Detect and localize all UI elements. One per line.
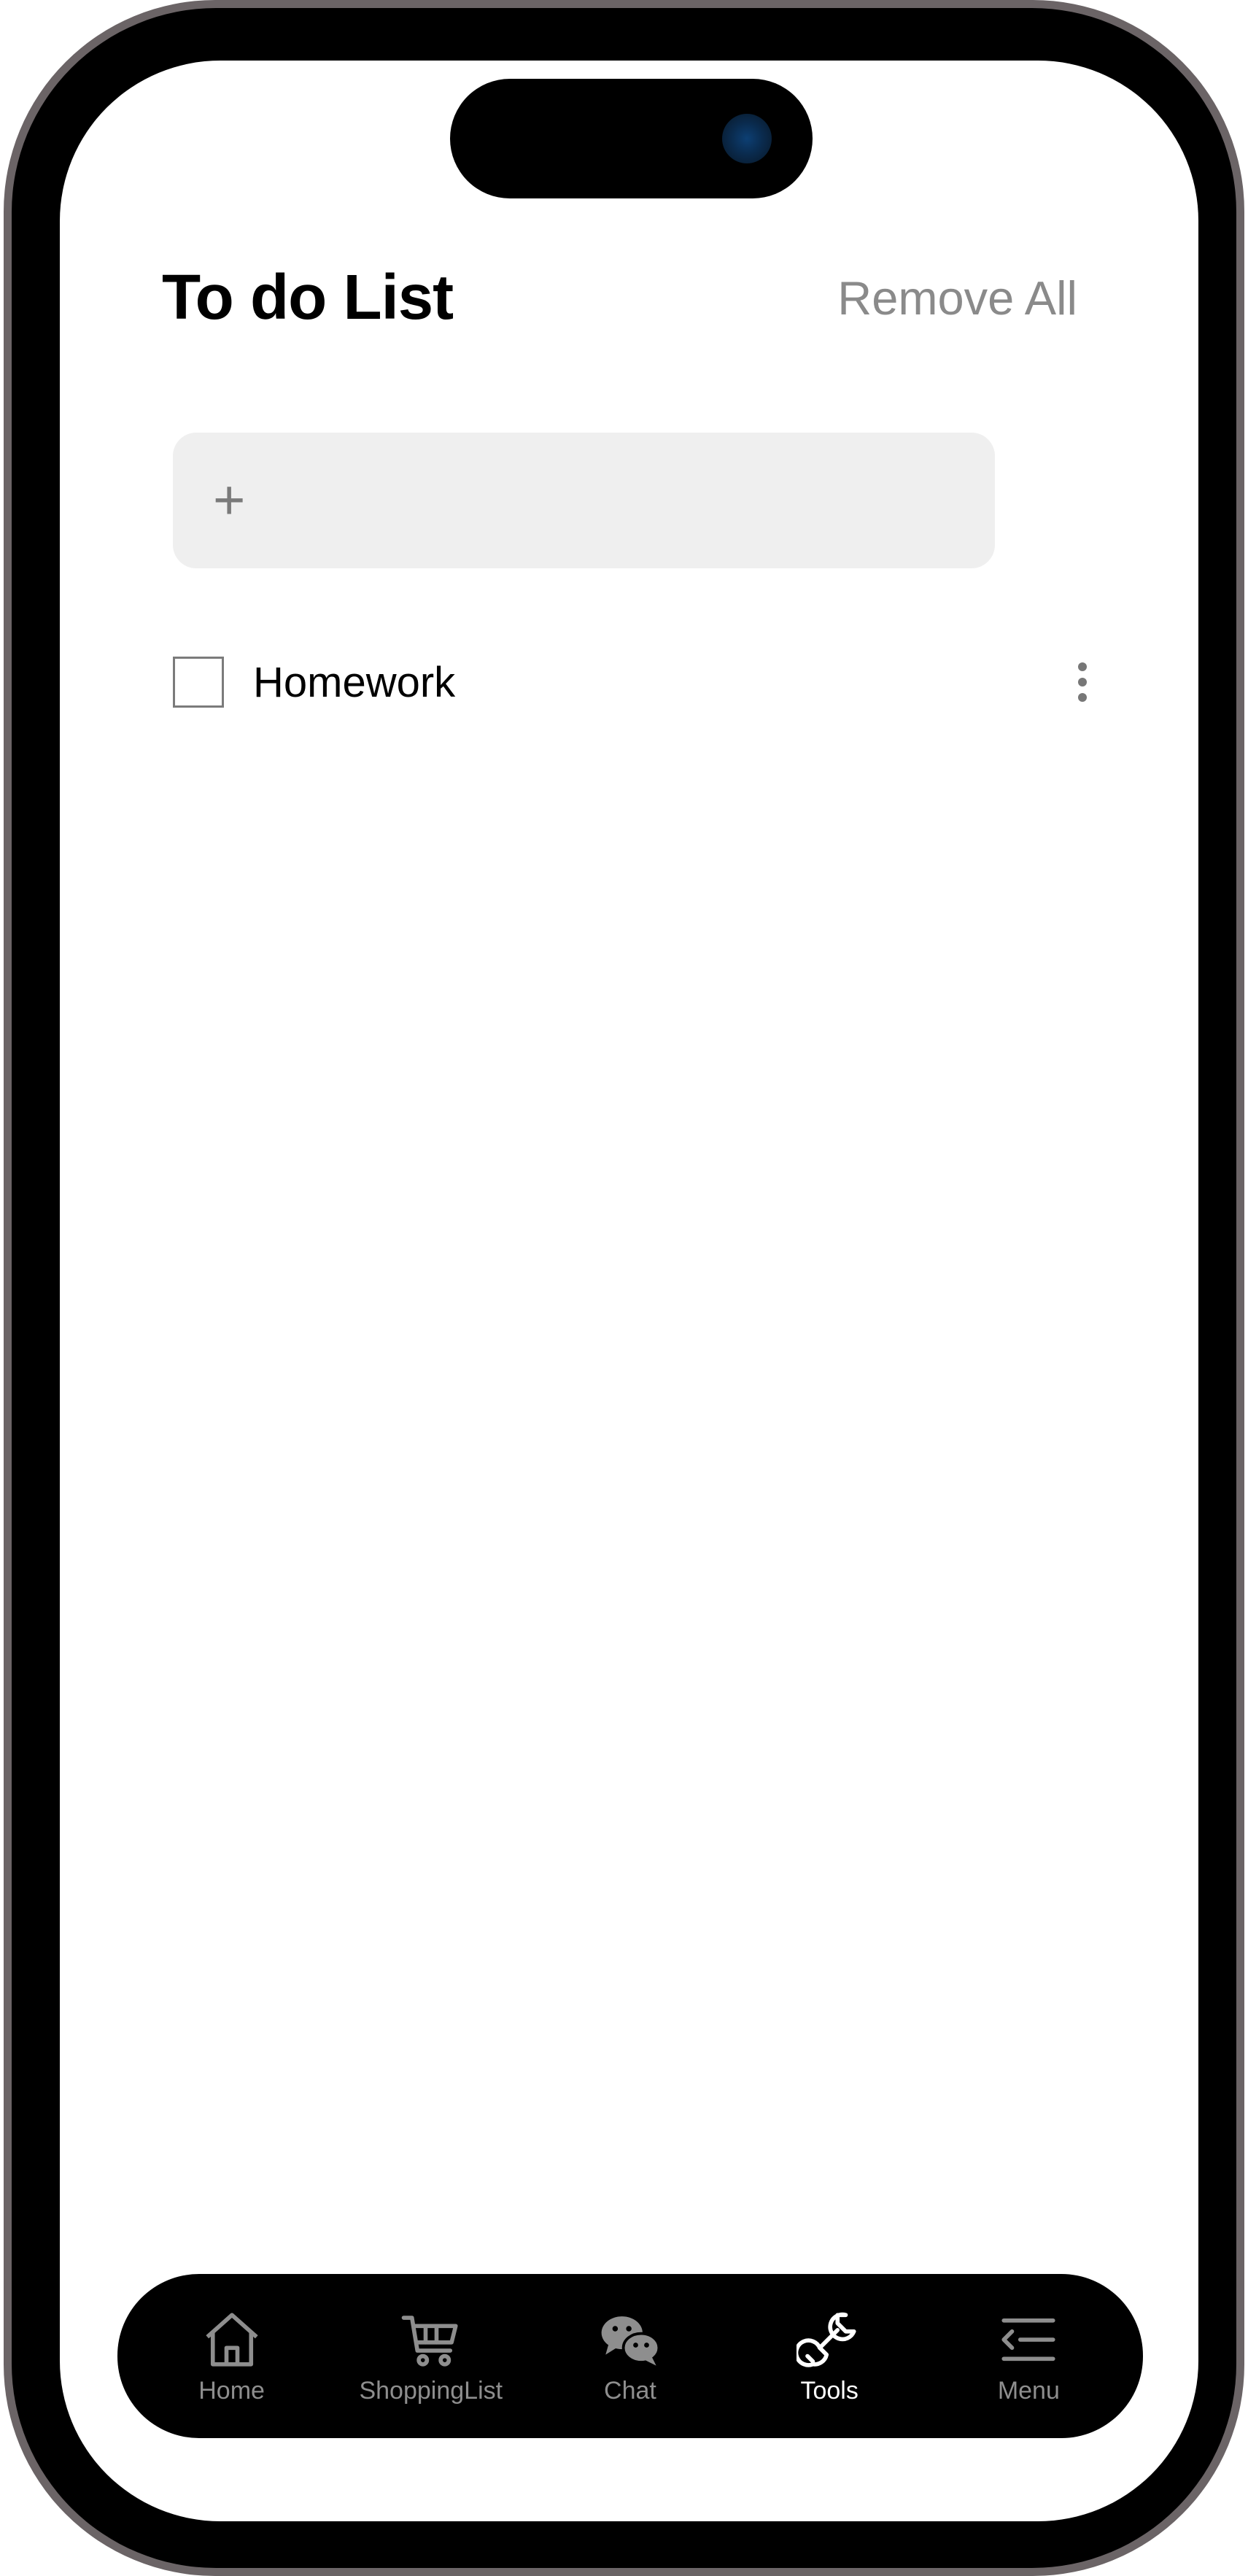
wrench-icon [797,2312,856,2367]
todo-item: Homework [173,653,1093,711]
more-options-icon[interactable] [1071,662,1093,702]
plus-icon[interactable]: + [213,473,245,528]
add-todo-input[interactable] [274,475,995,526]
menu-icon [1001,2318,1055,2362]
dynamic-island [450,79,813,198]
tab-menu[interactable]: Menu [937,2307,1120,2405]
screen: To do List Remove All + Homework Home Sh… [60,61,1198,2521]
tab-label: Tools [800,2377,859,2405]
page-title: To do List [162,262,454,333]
home-icon [205,2313,258,2367]
chat-icon [601,2316,661,2366]
tab-label: Home [198,2377,265,2405]
tab-shoppinglist[interactable]: ShoppingList [340,2307,522,2405]
tab-label: ShoppingList [359,2377,503,2405]
add-todo-bar[interactable]: + [173,433,995,568]
cart-icon [401,2316,458,2367]
remove-all-button[interactable]: Remove All [837,271,1077,325]
phone-frame: To do List Remove All + Homework Home Sh… [4,0,1244,2576]
camera-icon [722,114,772,163]
todo-checkbox[interactable] [173,657,224,708]
tab-tools[interactable]: Tools [738,2307,921,2405]
side-button [4,511,11,642]
side-button [4,941,11,1153]
tab-label: Chat [604,2377,656,2405]
bottom-tab-bar: Home ShoppingList Chat Tools Menu [117,2274,1143,2438]
side-button [4,700,11,912]
tab-home[interactable]: Home [141,2307,323,2405]
todo-label: Homework [253,658,456,706]
tab-label: Menu [997,2377,1060,2405]
tab-chat[interactable]: Chat [539,2307,721,2405]
